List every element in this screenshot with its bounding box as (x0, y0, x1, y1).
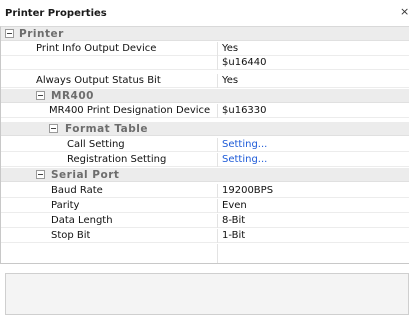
property-name: Baud Rate (51, 185, 103, 196)
description-pane (5, 273, 409, 315)
property-value[interactable]: $u16330 (222, 105, 267, 116)
category-label: MR400 (51, 90, 94, 102)
property-value[interactable]: 19200BPS (222, 185, 273, 196)
column-divider (217, 214, 218, 228)
property-row-registration-setting[interactable]: Registration Setting Setting... (1, 153, 409, 167)
property-row-data-length[interactable]: Data Length 8-Bit (1, 214, 409, 228)
property-row-print-info-output-device-address[interactable]: $u16440 (1, 56, 409, 70)
property-value[interactable]: Yes (222, 75, 238, 86)
property-row-parity[interactable]: Parity Even (1, 199, 409, 213)
close-icon[interactable]: × (400, 6, 409, 18)
printer-properties-panel: Printer Properties × Printer Print Info … (0, 0, 409, 322)
category-format-table[interactable]: Format Table (1, 122, 409, 136)
property-name: Always Output Status Bit (36, 75, 161, 86)
property-row-call-setting[interactable]: Call Setting Setting... (1, 138, 409, 152)
category-label: Serial Port (51, 169, 120, 181)
collapse-icon[interactable] (5, 29, 14, 38)
property-value[interactable]: 8-Bit (222, 215, 245, 226)
property-name: MR400 Print Designation Device (49, 105, 211, 116)
column-divider (217, 229, 218, 243)
column-divider (217, 244, 218, 263)
property-value[interactable]: Even (222, 200, 247, 211)
property-name: Registration Setting (67, 154, 167, 165)
category-mr400[interactable]: MR400 (1, 89, 409, 103)
property-grid: Printer Print Info Output Device Yes $u1… (0, 26, 409, 264)
registration-setting-link[interactable]: Setting... (222, 154, 267, 165)
property-row-baud-rate[interactable]: Baud Rate 19200BPS (1, 184, 409, 198)
column-divider (217, 104, 218, 118)
category-label: Printer (19, 28, 64, 40)
call-setting-link[interactable]: Setting... (222, 139, 267, 150)
property-row-always-output-status-bit[interactable]: Always Output Status Bit Yes (1, 74, 409, 88)
column-divider (217, 42, 218, 56)
category-label: Format Table (65, 123, 148, 135)
collapse-icon[interactable] (36, 170, 45, 179)
column-divider (217, 56, 218, 70)
column-divider (217, 153, 218, 167)
panel-title: Printer Properties (5, 8, 107, 19)
property-row-stop-bit[interactable]: Stop Bit 1-Bit (1, 229, 409, 243)
property-value[interactable]: 1-Bit (222, 230, 245, 241)
column-divider (217, 184, 218, 198)
category-printer[interactable]: Printer (1, 27, 409, 41)
property-name: Print Info Output Device (36, 43, 157, 54)
property-name: Stop Bit (51, 230, 91, 241)
property-row-mr400-print-designation-device[interactable]: MR400 Print Designation Device $u16330 (1, 104, 409, 118)
panel-titlebar: Printer Properties × (0, 0, 409, 26)
collapse-icon[interactable] (49, 124, 58, 133)
property-value[interactable]: $u16440 (222, 57, 267, 68)
property-value[interactable]: Yes (222, 43, 238, 54)
property-row-print-info-output-device[interactable]: Print Info Output Device Yes (1, 42, 409, 56)
property-name: Parity (51, 200, 80, 211)
collapse-icon[interactable] (36, 91, 45, 100)
property-name: Data Length (51, 215, 113, 226)
column-divider (217, 138, 218, 152)
category-serial-port[interactable]: Serial Port (1, 168, 409, 182)
empty-row (1, 244, 409, 263)
property-name: Call Setting (67, 139, 125, 150)
column-divider (217, 199, 218, 213)
column-divider (217, 74, 218, 88)
